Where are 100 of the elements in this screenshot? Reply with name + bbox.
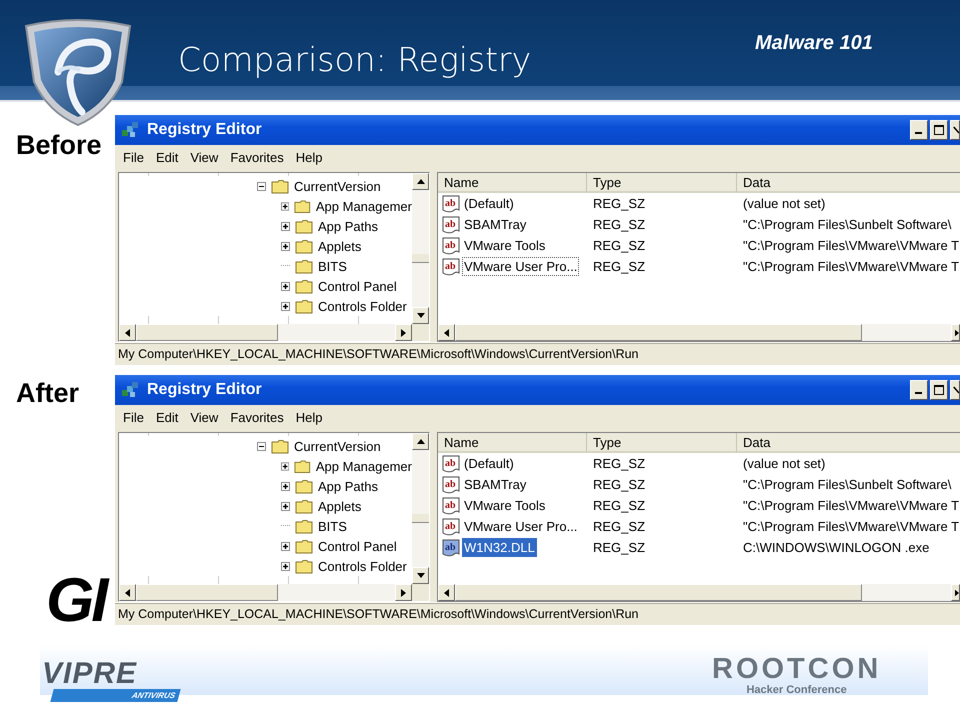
- scroll-left-arrow-icon[interactable]: [125, 588, 130, 596]
- tree-item[interactable]: Applets: [318, 498, 362, 514]
- menu-item[interactable]: Edit: [156, 410, 178, 424]
- value-name[interactable]: VMware Tools: [462, 496, 548, 515]
- column-header[interactable]: Type: [587, 433, 737, 453]
- scroll-left-button[interactable]: [119, 584, 136, 601]
- column-header[interactable]: Data: [737, 433, 960, 453]
- scrollbar-thumb[interactable]: [412, 254, 429, 264]
- minimize-button[interactable]: [910, 120, 928, 140]
- scroll-right-arrow-icon[interactable]: [955, 328, 959, 336]
- expand-icon[interactable]: [281, 302, 290, 310]
- horizontal-scrollbar[interactable]: [438, 324, 960, 341]
- column-header[interactable]: Data: [737, 173, 960, 193]
- panel-label: After: [16, 378, 80, 409]
- scroll-left-button[interactable]: [119, 324, 136, 341]
- close-button[interactable]: [950, 120, 960, 140]
- value-name[interactable]: (Default): [462, 194, 516, 213]
- scroll-up-arrow-icon[interactable]: [416, 439, 424, 444]
- scroll-right-button[interactable]: [395, 324, 412, 341]
- vertical-scrollbar[interactable]: [412, 173, 429, 324]
- scroll-left-button[interactable]: [438, 324, 455, 341]
- scroll-right-arrow-icon[interactable]: [401, 588, 406, 596]
- vertical-scrollbar[interactable]: [412, 433, 429, 584]
- scroll-left-arrow-icon[interactable]: [444, 588, 449, 596]
- close-icon: [953, 385, 959, 395]
- menu-item[interactable]: View: [190, 150, 218, 164]
- tree-item[interactable]: Applets: [318, 238, 362, 254]
- scroll-up-arrow-icon[interactable]: [416, 179, 424, 184]
- scroll-down-arrow-icon[interactable]: [416, 313, 424, 318]
- value-name[interactable]: (Default): [462, 454, 516, 473]
- tree-item[interactable]: CurrentVersion: [294, 178, 381, 194]
- scroll-right-arrow-icon[interactable]: [955, 588, 959, 596]
- folder-icon: [294, 198, 311, 214]
- registry-cubes-icon: [121, 381, 139, 399]
- menu-item[interactable]: File: [123, 410, 144, 424]
- column-header[interactable]: Name: [438, 173, 587, 193]
- column-header[interactable]: Type: [587, 173, 737, 193]
- expand-icon[interactable]: [281, 462, 290, 470]
- scroll-right-button[interactable]: [395, 584, 412, 601]
- collapse-icon[interactable]: [257, 182, 266, 190]
- tree-item[interactable]: Control Panel: [318, 538, 397, 554]
- scroll-down-button[interactable]: [412, 307, 429, 324]
- scroll-right-button[interactable]: [951, 324, 960, 341]
- maximize-button[interactable]: [930, 120, 948, 140]
- value-name[interactable]: SBAMTray: [462, 215, 528, 234]
- expand-icon[interactable]: [281, 242, 290, 250]
- expand-icon[interactable]: [281, 482, 290, 490]
- tree-item[interactable]: App Managemer: [316, 198, 412, 214]
- collapse-icon[interactable]: [257, 442, 266, 450]
- value-type: REG_SZ: [592, 540, 646, 555]
- value-data: "C:\Program Files\Sunbelt Software\: [742, 477, 952, 492]
- expand-icon[interactable]: [281, 542, 290, 550]
- scroll-up-button[interactable]: [412, 173, 429, 190]
- scroll-right-button[interactable]: [951, 584, 960, 601]
- column-header[interactable]: Name: [438, 433, 587, 453]
- scrollbar-thumb[interactable]: [412, 514, 429, 524]
- tree-item[interactable]: App Managemer: [316, 458, 412, 474]
- close-button[interactable]: [950, 380, 960, 400]
- horizontal-scrollbar[interactable]: [119, 324, 429, 341]
- folder-icon: [295, 518, 313, 534]
- value-type: REG_SZ: [592, 477, 646, 492]
- tree-item[interactable]: BITS: [318, 518, 347, 534]
- tree-item[interactable]: App Paths: [318, 478, 378, 494]
- tree-item[interactable]: Controls Folder: [318, 298, 407, 314]
- expand-icon[interactable]: [281, 502, 290, 510]
- tree-item[interactable]: Controls Folder: [318, 558, 407, 574]
- expand-icon[interactable]: [281, 222, 290, 230]
- maximize-button[interactable]: [930, 380, 948, 400]
- tree-item[interactable]: CurrentVersion: [294, 438, 381, 454]
- tree-item[interactable]: Control Panel: [318, 278, 397, 294]
- minimize-button[interactable]: [910, 380, 928, 400]
- scroll-left-arrow-icon[interactable]: [125, 328, 130, 336]
- horizontal-scrollbar[interactable]: [119, 584, 429, 601]
- expand-icon[interactable]: [281, 282, 290, 290]
- expand-icon[interactable]: [281, 202, 290, 210]
- scroll-down-button[interactable]: [412, 567, 429, 584]
- scroll-left-arrow-icon[interactable]: [444, 328, 449, 336]
- tree-item[interactable]: App Paths: [318, 218, 378, 234]
- string-value-icon: ab: [442, 454, 462, 472]
- status-bar: My Computer\HKEY_LOCAL_MACHINE\SOFTWARE\Microsoft\Windows\CurrentVersion\Run: [115, 602, 960, 625]
- scroll-up-button[interactable]: [412, 433, 429, 450]
- horizontal-scrollbar[interactable]: [438, 584, 960, 601]
- menu-item[interactable]: Help: [296, 410, 323, 424]
- scroll-down-arrow-icon[interactable]: [416, 573, 424, 578]
- tree-item[interactable]: BITS: [318, 258, 347, 274]
- slide-tag: Malware 101: [755, 32, 873, 55]
- menu-item[interactable]: Help: [296, 150, 323, 164]
- menu-item[interactable]: Favorites: [230, 150, 284, 164]
- value-name[interactable]: VMware User Pro...: [462, 517, 580, 536]
- value-name[interactable]: W1N32.DLL: [462, 538, 537, 557]
- value-name[interactable]: VMware Tools: [462, 236, 548, 255]
- menu-item[interactable]: File: [123, 150, 144, 164]
- menu-item[interactable]: Favorites: [230, 410, 284, 424]
- scroll-left-button[interactable]: [438, 584, 455, 601]
- scroll-right-arrow-icon[interactable]: [401, 328, 406, 336]
- menu-item[interactable]: Edit: [156, 150, 178, 164]
- value-name[interactable]: VMware User Pro...: [462, 257, 580, 276]
- menu-item[interactable]: View: [190, 410, 218, 424]
- value-name[interactable]: SBAMTray: [462, 475, 528, 494]
- expand-icon[interactable]: [281, 562, 290, 570]
